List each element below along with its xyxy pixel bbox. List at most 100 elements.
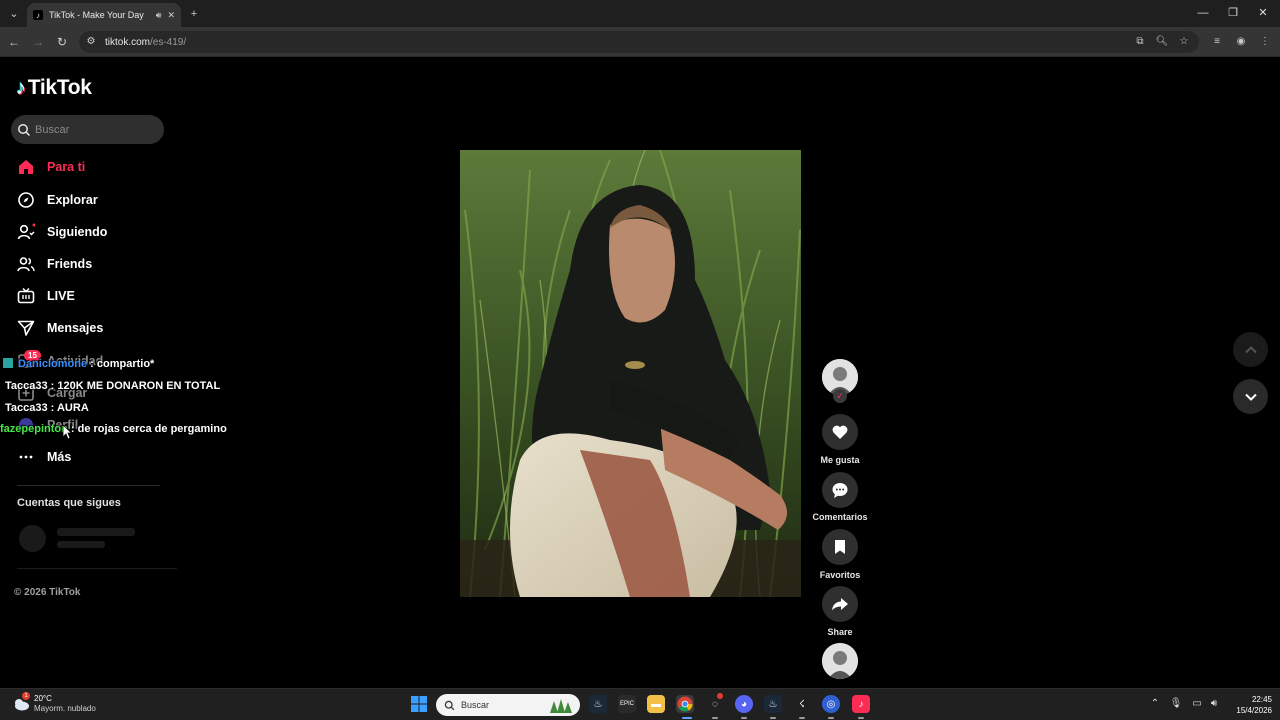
site-info-icon[interactable]: ⚙ [84, 34, 98, 50]
network-icon[interactable]: ▭ [1190, 698, 1204, 709]
like-button[interactable] [822, 414, 858, 450]
mouse-cursor-icon [62, 424, 72, 440]
chat-message: fazepepinton : de rojas cerca de pergami… [0, 423, 227, 435]
new-tab-button[interactable]: + [186, 6, 202, 22]
steam-icon[interactable]: ♨ [589, 695, 607, 713]
chat-username: Daniclomone [18, 358, 88, 370]
like-label: Me gusta [820, 455, 860, 465]
close-window-button[interactable]: ✕ [1248, 4, 1278, 22]
more-dots-icon [17, 448, 35, 466]
running-app-indicator [712, 717, 718, 719]
restore-button[interactable]: ❐ [1218, 4, 1248, 22]
browser-app-icon[interactable]: ◎ [822, 695, 840, 713]
sidebar-item-label: Mensajes [47, 321, 104, 335]
tab-close-icon[interactable]: ✕ [167, 10, 175, 21]
sidebar-item-label: Explorar [47, 193, 98, 207]
browser-tab[interactable]: ♪ TikTok - Make Your Day 🔊︎ ✕ [27, 3, 181, 27]
sidebar-item-friends[interactable]: Friends [17, 253, 92, 275]
search-highlight-trees-icon [550, 699, 572, 713]
windows-start-icon[interactable] [410, 695, 428, 713]
running-app-indicator [799, 717, 805, 719]
browser-tab-bar: ⌄ ♪ TikTok - Make Your Day 🔊︎ ✕ + — ❐ ✕ [0, 0, 1280, 27]
bookmark-icon [835, 540, 845, 554]
tab-title: TikTok - Make Your Day [49, 10, 144, 20]
search-icon [18, 123, 31, 136]
previous-video-button[interactable] [1233, 332, 1268, 367]
back-button[interactable]: ← [6, 34, 22, 50]
chat-text: : AURA [50, 402, 89, 414]
sidebar-item-mensajes[interactable]: Mensajes [17, 317, 103, 339]
discord-icon[interactable]: ◕ [735, 695, 753, 713]
running-app-indicator [741, 717, 747, 719]
home-icon [17, 158, 35, 176]
logo-text: TikTok [27, 76, 92, 99]
sidebar-item-label: Siguiendo [47, 225, 108, 239]
tiktok-app-icon[interactable]: ♪ [852, 695, 870, 713]
next-video-button[interactable] [1233, 379, 1268, 414]
weather-temp: 20°C [34, 694, 52, 703]
weather-condition: Mayorm. nublado [34, 704, 96, 713]
epic-games-icon[interactable]: EPIC [618, 695, 636, 713]
file-explorer-icon[interactable]: ▬ [647, 695, 665, 713]
comments-button[interactable] [822, 472, 858, 508]
video-player[interactable] [460, 150, 801, 597]
install-app-icon[interactable]: ⧉ [1133, 34, 1147, 50]
chat-username: Tacca33 [5, 402, 48, 414]
search-placeholder: Buscar [35, 123, 70, 136]
chat-badge-icon [3, 358, 13, 368]
sidebar-divider [17, 568, 177, 569]
clock-date: 15/4/2026 [1236, 706, 1272, 715]
clock-time: 22:45 [1251, 695, 1272, 704]
music-disc-avatar[interactable] [822, 643, 858, 679]
skeleton-line [57, 528, 135, 536]
windows-taskbar: 20°C Mayorm. nublado 1 Buscar ♨ EPIC ▬ ◌… [0, 688, 1280, 720]
tray-overflow-icon[interactable]: ⌃ [1148, 698, 1162, 709]
volume-icon[interactable]: 🔊︎ [1207, 698, 1221, 709]
bookmark-star-icon[interactable]: ☆ [1177, 34, 1191, 50]
forward-button[interactable]: → [30, 34, 46, 50]
sidebar-item-para-ti[interactable]: Para ti [17, 156, 85, 178]
sidebar-item-explorar[interactable]: Explorar [17, 189, 98, 211]
media-controls-icon[interactable]: ≡ [1210, 34, 1224, 50]
chevron-up-icon [1244, 345, 1257, 353]
minimize-button[interactable]: — [1188, 4, 1218, 22]
search-icon [444, 700, 455, 710]
reload-button[interactable]: ↻ [54, 34, 70, 50]
sidebar-item-mas[interactable]: Más [17, 446, 71, 468]
zoom-icon[interactable]: 🔍︎ [1155, 34, 1169, 50]
chrome-icon[interactable] [676, 695, 694, 713]
skeleton-avatar [19, 525, 46, 552]
taskbar-search-input[interactable]: Buscar [436, 694, 580, 716]
microphone-icon[interactable]: 🎙︎ [1169, 698, 1183, 709]
following-accounts-title: Cuentas que sigues [17, 497, 121, 509]
sidebar-item-label: Para ti [47, 160, 86, 174]
share-arrow-icon [832, 598, 848, 611]
sidebar-item-live[interactable]: LIVE [17, 285, 75, 307]
tiktok-logo[interactable]: ♪ TikTok [16, 76, 92, 100]
share-button[interactable] [822, 586, 858, 622]
tiktok-favicon-icon: ♪ [33, 10, 43, 20]
sidebar-item-siguiendo[interactable]: Siguiendo [17, 221, 107, 243]
compass-icon [17, 191, 35, 209]
app-icon-arrow[interactable]: ☇ [793, 695, 811, 713]
chat-message: Tacca33 : AURA [5, 402, 89, 414]
weather-badge: 1 [22, 692, 30, 700]
address-bar[interactable]: tiktok.com/es-419/ [79, 31, 1199, 53]
profile-avatar-icon[interactable]: ◉ [1234, 34, 1248, 50]
follow-check-icon[interactable]: ✓ [833, 389, 847, 403]
tab-search-icon[interactable]: ⌄ [6, 6, 22, 22]
tab-audio-icon[interactable]: 🔊︎ [156, 10, 162, 21]
system-clock[interactable]: 22:45 15/4/2026 [1222, 694, 1272, 716]
following-icon [17, 223, 35, 241]
favorites-button[interactable] [822, 529, 858, 565]
browser-toolbar: ← → ↻ tiktok.com/es-419/ ⚙ ⧉ 🔍︎ ☆ ≡ ◉ ⋮ [0, 27, 1280, 57]
copyright-text: © 2026 TikTok [14, 587, 81, 598]
browser-menu-icon[interactable]: ⋮ [1258, 34, 1272, 50]
favorites-label: Favoritos [819, 570, 861, 580]
skeleton-line [57, 541, 105, 548]
chat-text: : 120K ME DONARON EN TOTAL [50, 380, 221, 392]
comment-icon [832, 483, 848, 498]
search-input[interactable]: Buscar [11, 115, 164, 144]
sidebar-item-label: Friends [47, 257, 93, 271]
steam-alt-icon[interactable]: ♨ [764, 695, 782, 713]
